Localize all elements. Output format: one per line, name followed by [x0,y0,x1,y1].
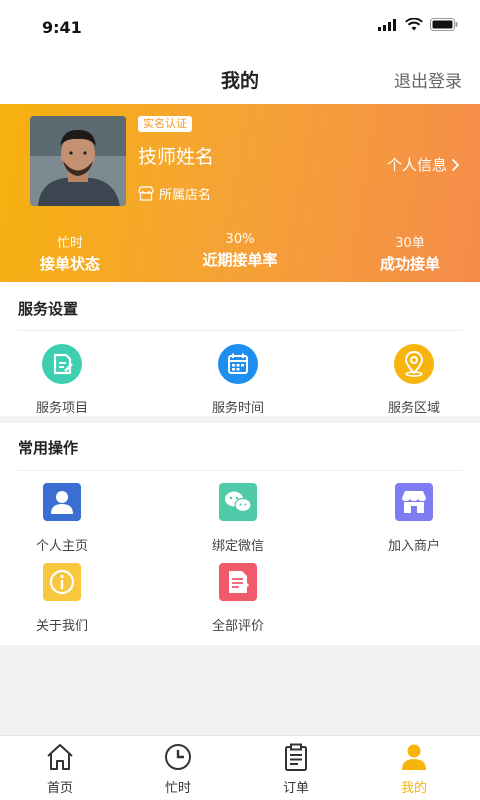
section-title: 常用操作 [18,439,79,457]
user-icon [43,483,81,521]
stat-label: 近期接单率 [202,251,278,269]
personal-info-link[interactable]: 个人信息 [387,154,460,175]
profile-card: 实名认证 技师姓名 所属店名 个人信息 忙时 接单状态 30% 近期接单率 30… [0,104,480,282]
stat-order-status[interactable]: 忙时 接单状态 [0,232,140,274]
status-icons [378,18,458,31]
personal-homepage-button[interactable]: 个人主页 [2,482,122,554]
wechat-icon [219,483,257,521]
service-time-button[interactable]: 服务时间 [178,344,298,416]
tab-label: 首页 [46,781,73,796]
status-bar: 9:41 [0,0,480,56]
info-icon [43,563,81,601]
service-settings-section: 服务设置 服务项目 服务时间 服务区域 [0,282,480,416]
stat-value: 30单 [395,236,425,251]
tab-label: 订单 [282,781,309,796]
clock-icon [165,744,191,770]
store-row: 所属店名 [138,184,211,203]
service-items-button[interactable]: 服务项目 [2,344,122,416]
tab-mine[interactable]: 我的 [354,742,474,796]
about-us-button[interactable]: 关于我们 [2,562,122,634]
person-icon [402,744,426,770]
battery-icon [430,18,458,31]
tab-label: 我的 [400,781,427,796]
nav-bar: 我的 退出登录 [0,56,480,104]
stat-successful-orders: 30单 成功接单 [340,232,480,274]
chevron-right-icon [451,158,460,171]
grid-item-label: 服务时间 [211,401,264,416]
logout-button[interactable]: 退出登录 [394,67,462,92]
calendar-icon [218,344,258,384]
grid-item-label: 服务区域 [387,401,440,416]
grid-item-label: 全部评价 [211,619,264,634]
store-name: 所属店名 [159,188,212,203]
common-operations-section: 常用操作 个人主页 绑定微信 加入商户 关于我们 全部评价 [0,423,480,645]
tab-orders[interactable]: 订单 [236,742,356,796]
status-time: 9:41 [42,18,82,37]
location-icon [394,344,434,384]
divider [18,330,462,331]
clipboard-icon [285,743,307,771]
personal-info-label: 个人信息 [386,156,447,174]
technician-name: 技师姓名 [138,146,215,168]
stat-acceptance-rate: 30% 近期接单率 [170,232,310,270]
wifi-icon [405,18,423,31]
tab-home[interactable]: 首页 [0,742,120,796]
stat-value: 忙时 [56,236,83,251]
section-title: 服务设置 [18,300,79,318]
grid-item-label: 个人主页 [35,539,88,554]
tab-label: 忙时 [164,781,191,796]
grid-item-label: 服务项目 [35,401,88,416]
stat-label: 成功接单 [379,255,440,273]
grid-item-label: 关于我们 [35,619,88,634]
divider [18,470,462,471]
stat-label: 接单状态 [39,255,100,273]
store-icon [395,483,433,521]
verified-badge: 实名认证 [138,116,192,132]
tab-bar: 首页 忙时 订单 我的 [0,735,480,800]
bind-wechat-button[interactable]: 绑定微信 [178,482,298,554]
review-icon [219,563,257,601]
edit-icon [42,344,82,384]
home-icon [47,744,73,770]
avatar[interactable] [30,116,126,206]
shop-icon [138,186,154,201]
grid-item-label: 加入商户 [387,539,440,554]
service-area-button[interactable]: 服务区域 [354,344,474,416]
stat-value: 30% [225,232,255,247]
join-merchant-button[interactable]: 加入商户 [354,482,474,554]
tab-busy[interactable]: 忙时 [118,742,238,796]
all-reviews-button[interactable]: 全部评价 [178,562,298,634]
grid-item-label: 绑定微信 [211,539,264,554]
signal-icon [378,18,396,31]
